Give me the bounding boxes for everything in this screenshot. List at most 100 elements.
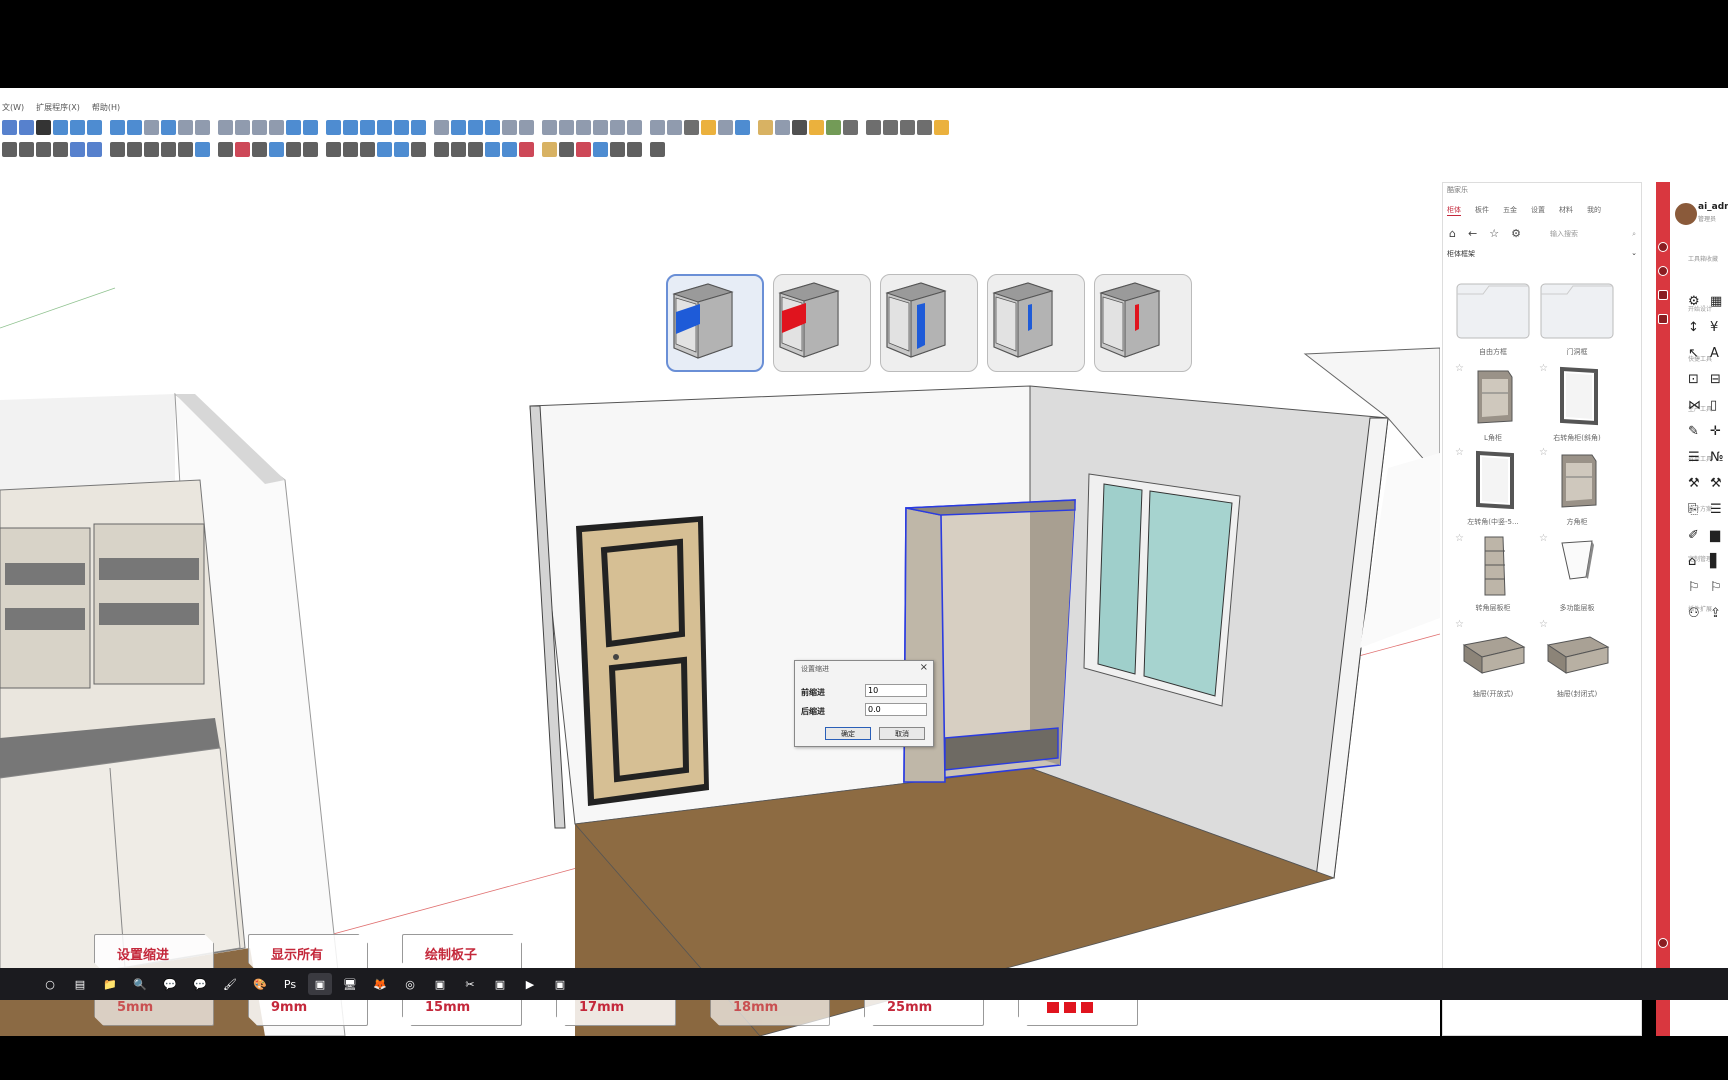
panel-search[interactable]: 输入搜索 ⌕ (1547, 227, 1639, 241)
3d-viewport[interactable]: 设置缩进 × 前缩进 后缩进 确定 取消 设置缩进 显示所有 绘制板子 5mm … (0, 178, 1440, 1036)
toolbar1-tool-icon[interactable] (775, 119, 790, 135)
toolbar2-tool-icon[interactable] (485, 141, 500, 157)
taskbar-app-icon[interactable]: ○ (38, 973, 62, 995)
toolbar1-tool-icon[interactable] (627, 119, 642, 135)
favorite-star-icon[interactable]: ☆ (1539, 533, 1548, 544)
toolbar1-tool-icon[interactable] (485, 119, 500, 135)
toolbar2-tool-icon[interactable] (269, 141, 284, 157)
toolbar1-tool-icon[interactable] (826, 119, 841, 135)
taskbar-app-icon[interactable]: ✂ (458, 973, 482, 995)
plugin-tool-icon[interactable]: ⎘ (1688, 502, 1698, 517)
toolbar1-tool-icon[interactable] (19, 119, 34, 135)
plugin-tool-icon[interactable]: ⊡ (1688, 372, 1699, 387)
toolbar1-tool-icon[interactable] (576, 119, 591, 135)
toolbar2-tool-icon[interactable] (286, 141, 301, 157)
toolbar1-tool-icon[interactable] (326, 119, 341, 135)
category-dropdown[interactable]: 柜体框架 ⌄ (1447, 249, 1637, 259)
menu-item-help[interactable]: 帮助(H) (92, 102, 120, 116)
menu-item-window[interactable]: 文(W) (2, 102, 24, 116)
toolbar1-tool-icon[interactable] (650, 119, 665, 135)
toolbar2-tool-icon[interactable] (87, 141, 102, 157)
favorite-star-icon[interactable]: ☆ (1455, 619, 1464, 630)
taskbar-app-icon[interactable]: ◎ (398, 973, 422, 995)
tab-mine[interactable]: 我的 (1587, 205, 1601, 216)
taskbar-app-icon[interactable]: ▣ (488, 973, 512, 995)
taskbar-app-icon[interactable]: ▤ (68, 973, 92, 995)
toolbar1-tool-icon[interactable] (610, 119, 625, 135)
taskbar-app-icon[interactable]: 🖌 (218, 973, 242, 995)
toolbar1-tool-icon[interactable] (809, 119, 824, 135)
preset-front-red-button[interactable] (773, 274, 871, 372)
toolbar2-tool-icon[interactable] (19, 141, 34, 157)
plugin-tool-icon[interactable]: ▯ (1710, 398, 1717, 413)
taskbar-app-icon[interactable]: ▶ (518, 973, 542, 995)
toolbar1-tool-icon[interactable] (917, 119, 932, 135)
favorite-star-icon[interactable]: ☆ (1539, 363, 1548, 374)
toolbar2-tool-icon[interactable] (519, 141, 534, 157)
component-item[interactable]: ☆ 多功能层板 (1535, 531, 1619, 613)
toolbar2-tool-icon[interactable] (502, 141, 517, 157)
component-item[interactable]: ☆ 方角柜 (1535, 445, 1619, 527)
plugin-tool-icon[interactable]: ⌂ (1688, 554, 1696, 569)
component-item[interactable]: ☆ L角柜 (1451, 361, 1535, 443)
gear-icon[interactable] (1658, 938, 1668, 948)
toolbar1-tool-icon[interactable] (144, 119, 159, 135)
toolbar1-tool-icon[interactable] (303, 119, 318, 135)
toolbar1-tool-icon[interactable] (718, 119, 733, 135)
favorite-star-icon[interactable]: ☆ (1455, 533, 1464, 544)
preset-edge-blue-button[interactable] (987, 274, 1085, 372)
search-icon[interactable]: ⌕ (1632, 230, 1636, 239)
toolbar1-tool-icon[interactable] (684, 119, 699, 135)
toolbar1-tool-icon[interactable] (2, 119, 17, 135)
toolbar2-tool-icon[interactable] (411, 141, 426, 157)
toolbar1-tool-icon[interactable] (286, 119, 301, 135)
hud-set-indent-button[interactable]: 设置缩进 (94, 934, 214, 972)
toolbar1-tool-icon[interactable] (468, 119, 483, 135)
record-icon[interactable] (1658, 266, 1668, 276)
favorite-star-icon[interactable]: ☆ (1455, 363, 1464, 374)
back-arrow-icon[interactable]: ← (1468, 227, 1477, 240)
plugin-tool-icon[interactable]: ✐ (1688, 528, 1699, 543)
toolbar1-tool-icon[interactable] (792, 119, 807, 135)
toolbar2-tool-icon[interactable] (343, 141, 358, 157)
toolbar2-tool-icon[interactable] (70, 141, 85, 157)
toolbar2-tool-icon[interactable] (127, 141, 142, 157)
plugin-tool-icon[interactable]: ⚐ (1710, 580, 1722, 595)
front-indent-input[interactable] (865, 684, 927, 697)
toolbar1-tool-icon[interactable] (883, 119, 898, 135)
toolbar1-tool-icon[interactable] (411, 119, 426, 135)
hud-show-all-button[interactable]: 显示所有 (248, 934, 368, 972)
toolbar1-tool-icon[interactable] (110, 119, 125, 135)
taskbar-app-icon[interactable]: 💬 (158, 973, 182, 995)
toolbar1-tool-icon[interactable] (235, 119, 250, 135)
menu-item-extensions[interactable]: 扩展程序(X) (36, 102, 80, 116)
close-icon[interactable]: × (920, 662, 928, 673)
toolbar1-tool-icon[interactable] (758, 119, 773, 135)
back-indent-input[interactable] (865, 703, 927, 716)
taskbar-app-icon[interactable]: Ps (278, 973, 302, 995)
component-item[interactable]: ☆ 抽屉(开放式) (1451, 617, 1535, 699)
toolbar1-tool-icon[interactable] (542, 119, 557, 135)
toolbar2-tool-icon[interactable] (559, 141, 574, 157)
toolbar2-tool-icon[interactable] (610, 141, 625, 157)
toolbar1-tool-icon[interactable] (178, 119, 193, 135)
plugin-tool-icon[interactable]: ¥ (1710, 320, 1718, 335)
home-icon[interactable]: ⌂ (1449, 227, 1456, 240)
toolbar2-tool-icon[interactable] (161, 141, 176, 157)
plugin-tool-icon[interactable]: A (1710, 346, 1719, 361)
toolbar2-tool-icon[interactable] (144, 141, 159, 157)
toolbar1-tool-icon[interactable] (127, 119, 142, 135)
toolbar2-tool-icon[interactable] (650, 141, 665, 157)
toolbar1-tool-icon[interactable] (161, 119, 176, 135)
brush-icon[interactable] (1658, 314, 1668, 324)
toolbar1-tool-icon[interactable] (667, 119, 682, 135)
plugin-tool-icon[interactable]: ⚙ (1688, 294, 1700, 309)
toolbar2-tool-icon[interactable] (252, 141, 267, 157)
settings-icon[interactable]: ⚙ (1511, 227, 1521, 240)
taskbar-app-icon[interactable]: 📁 (98, 973, 122, 995)
plugin-tool-icon[interactable]: ▆ (1710, 528, 1720, 543)
toolbar1-tool-icon[interactable] (701, 119, 716, 135)
plugin-tool-icon[interactable]: ⚐ (1688, 580, 1700, 595)
plugin-tool-icon[interactable]: ↖ (1688, 346, 1699, 361)
toolbar2-tool-icon[interactable] (468, 141, 483, 157)
